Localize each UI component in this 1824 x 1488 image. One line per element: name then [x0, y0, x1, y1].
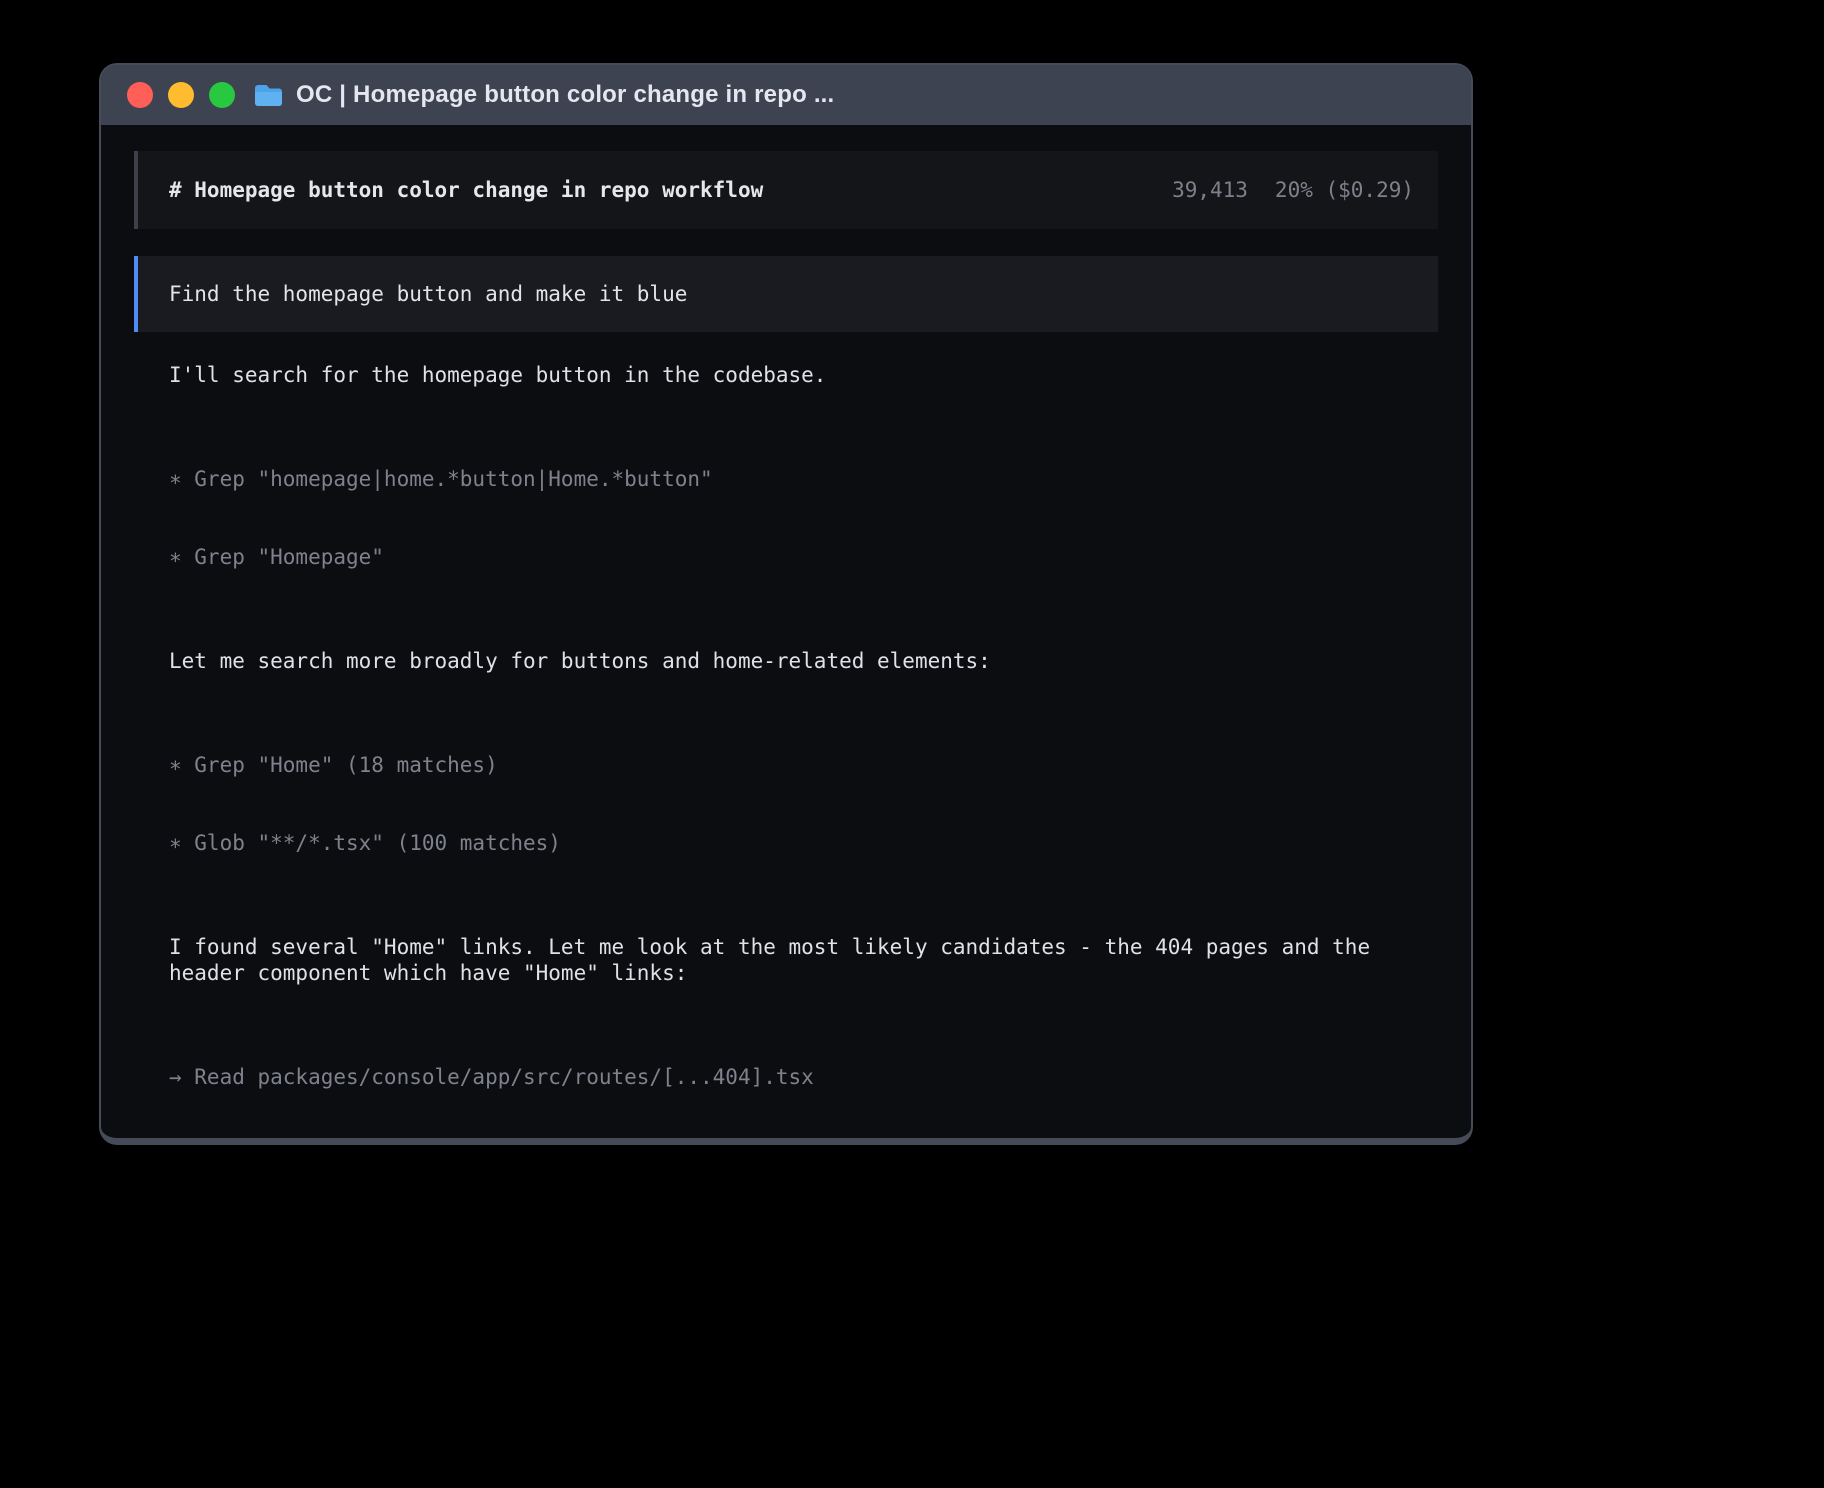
assistant-text: I found several "Home" links. Let me loo… [169, 934, 1438, 986]
traffic-lights [127, 82, 235, 108]
tool-call-group: ∗ Grep "homepage|home.*button|Home.*butt… [169, 414, 1438, 622]
user-message-text: Find the homepage button and make it blu… [169, 282, 687, 306]
close-button[interactable] [127, 82, 153, 108]
tool-call-read: → Read packages/console/app/src/componen… [169, 1142, 1438, 1145]
terminal-window: OC | Homepage button color change in rep… [99, 63, 1473, 1145]
assistant-text: Let me search more broadly for buttons a… [169, 648, 1438, 674]
titlebar[interactable]: OC | Homepage button color change in rep… [101, 65, 1471, 125]
context-usage: 20% ($0.29) [1275, 178, 1414, 202]
user-message: Find the homepage button and make it blu… [134, 256, 1438, 332]
tool-call-grep: ∗ Grep "Home" (18 matches) [169, 752, 1438, 778]
assistant-text: I'll search for the homepage button in t… [169, 362, 1438, 388]
tool-call-group: ∗ Grep "Home" (18 matches) ∗ Glob "**/*.… [169, 700, 1438, 908]
tool-call-grep: ∗ Grep "homepage|home.*button|Home.*butt… [169, 466, 1438, 492]
session-stats: 39,413 20% ($0.29) [1172, 178, 1414, 202]
assistant-transcript: I'll search for the homepage button in t… [134, 332, 1438, 1145]
tool-call-read: → Read packages/console/app/src/routes/[… [169, 1064, 1438, 1090]
tool-call-glob: ∗ Glob "**/*.tsx" (100 matches) [169, 830, 1438, 856]
zoom-button[interactable] [209, 82, 235, 108]
tool-call-grep: ∗ Grep "Homepage" [169, 544, 1438, 570]
terminal-content: # Homepage button color change in repo w… [101, 125, 1471, 1145]
tool-call-group: → Read packages/console/app/src/routes/[… [169, 1012, 1438, 1145]
folder-icon [253, 83, 284, 108]
session-title: # Homepage button color change in repo w… [169, 178, 763, 202]
window-title: OC | Homepage button color change in rep… [296, 81, 834, 109]
minimize-button[interactable] [168, 82, 194, 108]
token-count: 39,413 [1172, 178, 1248, 202]
session-header: # Homepage button color change in repo w… [134, 151, 1438, 229]
